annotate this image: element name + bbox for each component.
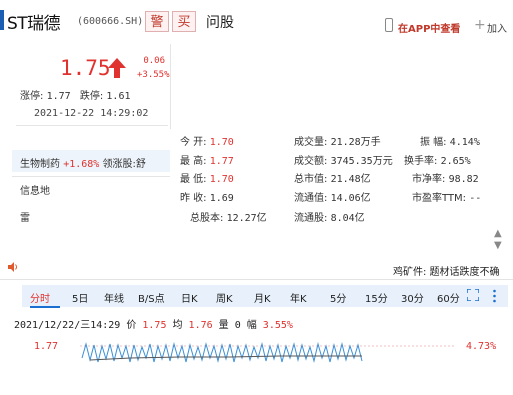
tab-11[interactable]: 60分 bbox=[437, 290, 460, 305]
speaker-icon[interactable] bbox=[8, 262, 18, 272]
stat-amplitude: 振 幅: 4.14% bbox=[420, 137, 480, 148]
tab-3[interactable]: B/S点 bbox=[138, 290, 165, 305]
info-link[interactable]: 信息地 bbox=[20, 182, 50, 197]
intraday-info: 2021/12/22/三14:29 价 1.75 均 1.76 量 0 幅 3.… bbox=[14, 320, 293, 331]
limit-prices: 涨停: 1.77 跌停: 1.61 bbox=[20, 87, 131, 102]
stat-prev-close: 昨 收: 1.69 bbox=[180, 193, 234, 204]
tab-9[interactable]: 15分 bbox=[365, 290, 388, 305]
divider bbox=[0, 279, 513, 280]
sector-leader[interactable]: 舒 bbox=[136, 159, 146, 170]
stat-volume: 成交量: 21.28万手 bbox=[294, 137, 381, 148]
plus-icon[interactable]: + bbox=[474, 18, 486, 32]
active-tab-underline bbox=[30, 306, 60, 308]
stat-float-shares: 流通股: 8.04亿 bbox=[294, 213, 365, 224]
tab-7[interactable]: 年K bbox=[290, 290, 307, 305]
tab-10[interactable]: 30分 bbox=[401, 290, 424, 305]
tab-5[interactable]: 周K bbox=[216, 290, 233, 305]
stat-pe-ttm: 市盈率TTM: -- bbox=[412, 193, 482, 204]
quote-timestamp: 2021-12-22 14:29:02 bbox=[34, 108, 149, 119]
limit-up-value: 1.77 bbox=[46, 91, 71, 102]
tab-2[interactable]: 年线 bbox=[104, 290, 124, 305]
sector-change: +1.68% bbox=[63, 159, 100, 170]
limit-down-label: 跌停: bbox=[79, 91, 104, 102]
sector-info[interactable]: 生物制药 +1.68% 领涨股:舒 bbox=[20, 155, 146, 170]
stock-code: (600666.SH) bbox=[77, 16, 144, 27]
stat-market-cap: 总市值: 21.48亿 bbox=[294, 174, 371, 185]
price-line bbox=[81, 342, 363, 363]
limit-down-value: 1.61 bbox=[106, 91, 131, 102]
limit-up-label: 涨停: bbox=[20, 91, 44, 102]
stat-turnover: 换手率: 2.65% bbox=[404, 156, 471, 167]
chevron-down-icon[interactable]: ▼ bbox=[494, 240, 502, 251]
tab-8[interactable]: 5分 bbox=[330, 290, 346, 305]
stat-pb: 市净率: 98.82 bbox=[412, 174, 479, 185]
chart-axis-top-price: 1.77 bbox=[34, 341, 59, 352]
buy-button[interactable]: 买 bbox=[172, 11, 196, 32]
current-price: 1.75 bbox=[60, 56, 111, 80]
divider bbox=[170, 44, 171, 129]
sector-leader-label: 领涨股: bbox=[102, 159, 136, 170]
tab-4[interactable]: 日K bbox=[181, 290, 198, 305]
open-in-app-link[interactable]: 在APP中查看 bbox=[398, 20, 460, 35]
stat-amount: 成交额: 3745.35万元 bbox=[294, 156, 393, 167]
phone-icon bbox=[385, 18, 393, 32]
sector-name: 生物制药 bbox=[20, 159, 60, 170]
price-change: 0.06 bbox=[143, 56, 165, 66]
divider bbox=[16, 125, 168, 126]
stock-marker bbox=[0, 10, 4, 30]
stat-open: 今 开: 1.70 bbox=[180, 137, 234, 148]
stat-high: 最 高: 1.77 bbox=[180, 156, 234, 167]
ticker-strip-text: 鸡矿件: 题材话跌度不确 bbox=[393, 267, 500, 278]
add-watchlist-button[interactable]: 加入 bbox=[487, 20, 507, 35]
tab-0[interactable]: 分时 bbox=[30, 290, 50, 305]
price-change-pct: +3.55% bbox=[137, 70, 170, 80]
stat-float-cap: 流通值: 14.06亿 bbox=[294, 193, 371, 204]
tab-6[interactable]: 月K bbox=[254, 290, 271, 305]
divider bbox=[12, 176, 170, 177]
truncated-label: 雷 bbox=[20, 213, 30, 224]
stat-total-shares: 总股本: 12.27亿 bbox=[190, 213, 267, 224]
more-options-icon[interactable] bbox=[493, 289, 496, 303]
stock-name: ST瑞德 bbox=[7, 14, 61, 34]
arrow-up-icon bbox=[108, 58, 126, 78]
intraday-chart[interactable] bbox=[0, 336, 513, 395]
alert-button[interactable]: 警 bbox=[145, 11, 169, 32]
fullscreen-icon[interactable] bbox=[467, 289, 479, 301]
ask-stock-link[interactable]: 问股 bbox=[206, 12, 234, 32]
stat-low: 最 低: 1.70 bbox=[180, 174, 234, 185]
chart-axis-top-pct: 4.73% bbox=[466, 341, 497, 352]
tab-1[interactable]: 5日 bbox=[72, 290, 88, 305]
chevron-up-icon[interactable]: ▲ bbox=[494, 228, 502, 239]
